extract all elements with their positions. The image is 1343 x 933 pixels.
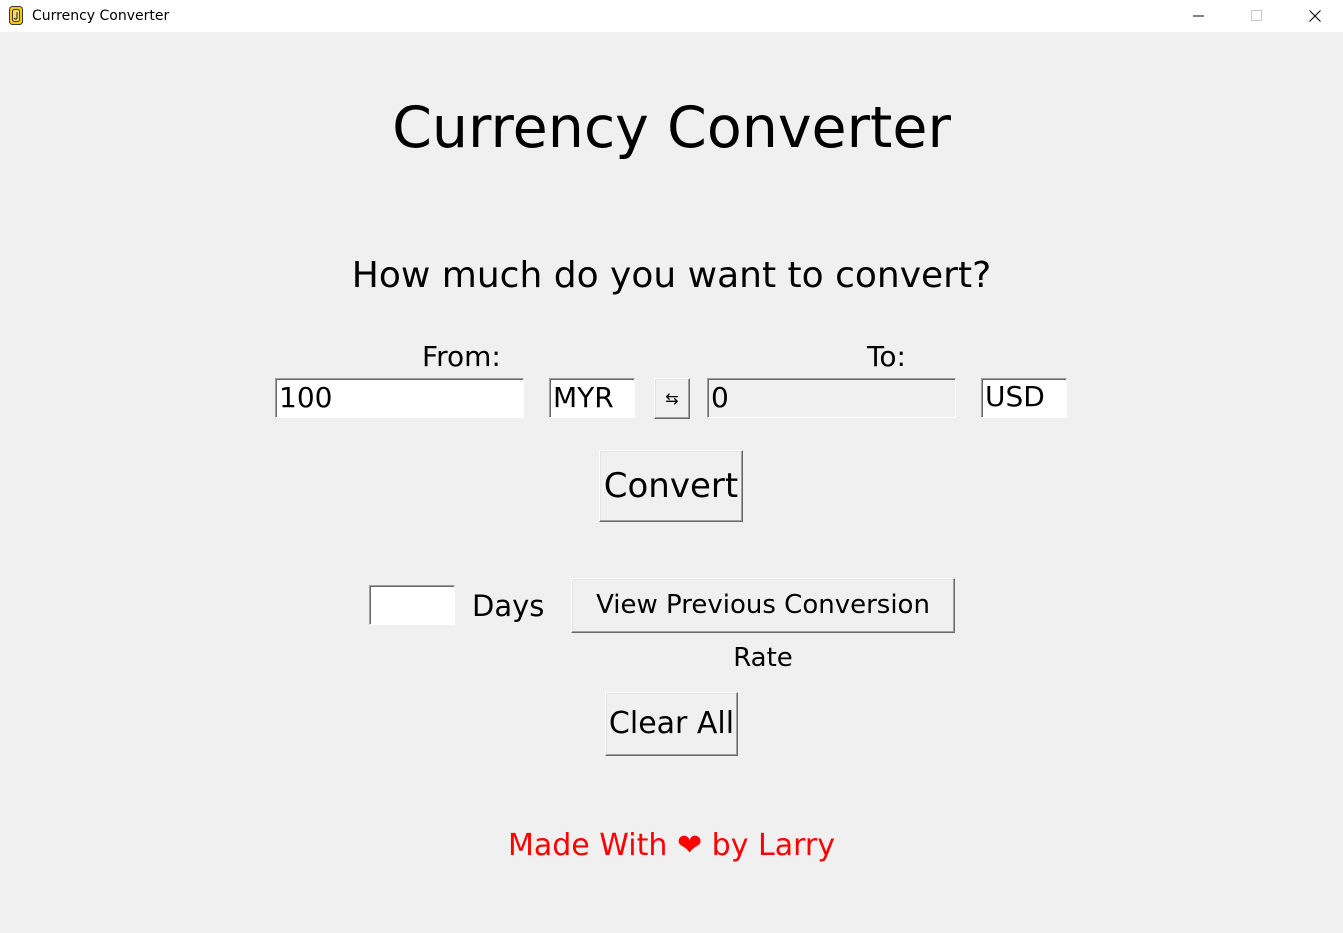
close-button[interactable] [1287,0,1343,32]
from-label: From: [422,340,501,373]
from-currency-input[interactable]: MYR [549,378,635,418]
minimize-icon [1193,15,1204,17]
days-input[interactable] [369,585,455,625]
heart-icon: ❤ [676,828,703,863]
days-label: Days [472,589,545,623]
to-label: To: [867,340,906,373]
from-amount-input[interactable]: 100 [275,378,524,418]
swap-icon: ⇆ [665,389,679,408]
to-amount-output: 0 [707,378,956,418]
view-previous-rate-button[interactable]: View Previous Conversion Rate [571,578,955,673]
prompt-question: How much do you want to convert? [351,255,992,296]
swap-currencies-button[interactable]: ⇆ [654,378,690,419]
coin-icon [9,6,23,25]
footer-suffix: by Larry [711,828,835,863]
maximize-button[interactable] [1229,0,1287,32]
close-icon [1309,10,1321,22]
maximize-icon [1251,10,1262,21]
convert-button[interactable]: Convert [599,450,743,522]
clear-all-button[interactable]: Clear All [605,692,738,756]
footer-credit: Made With ❤ by Larry [0,827,1343,865]
window-title: Currency Converter [32,8,170,24]
minimize-button[interactable] [1171,0,1229,32]
to-currency-input[interactable]: USD [981,378,1067,418]
title-bar: Currency Converter [0,0,1343,32]
page-title: Currency Converter [392,95,951,161]
footer-prefix: Made With [508,828,668,863]
app-window: Currency Converter Currency Converter Ho… [0,0,1343,933]
